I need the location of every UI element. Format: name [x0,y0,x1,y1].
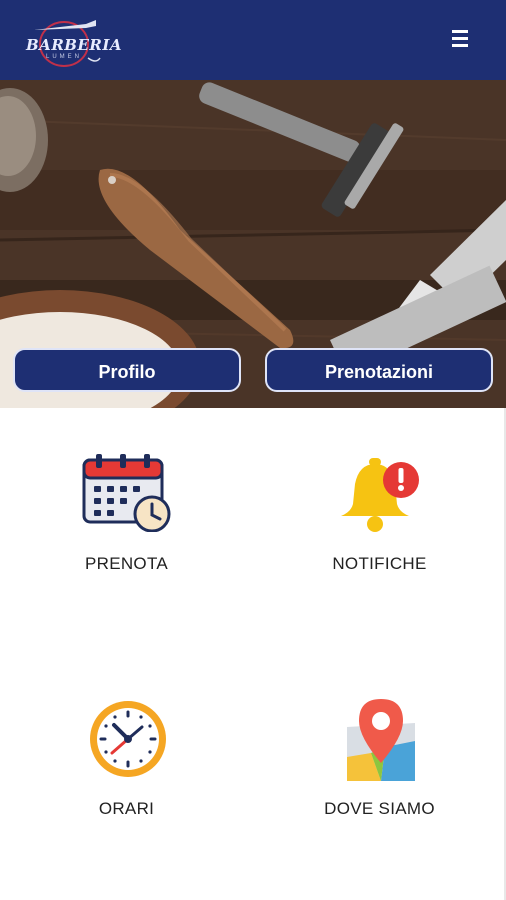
logo-subtitle: LUMEN [45,54,82,60]
hero-banner: Profilo Prenotazioni [0,80,506,408]
tile-label-orari: ORARI [98,799,155,818]
clock-icon [86,697,170,786]
tile-notifiche[interactable]: NOTIFICHE [253,408,506,653]
tile-orari[interactable]: ORARI [0,653,253,900]
tile-dove-siamo[interactable]: DOVE SIAMO [253,653,506,900]
bookings-button[interactable]: Prenotazioni [265,348,493,392]
app-header: BARBERIA LUMEN [0,0,506,80]
bell-alert-icon [339,458,423,539]
calendar-clock-icon [82,452,172,537]
logo-title: BARBERIA [26,36,123,54]
tile-label-dove-siamo: DOVE SIAMO [324,799,435,818]
map-pin-icon [341,697,421,788]
tile-label-prenota: PRENOTA [84,554,169,573]
barberia-logo[interactable]: BARBERIA LUMEN [26,14,123,70]
tile-label-notifiche: NOTIFICHE [332,554,427,573]
hamburger-menu-icon[interactable] [452,30,468,48]
profile-button[interactable]: Profilo [13,348,241,392]
tile-prenota[interactable]: PRENOTA [0,408,253,653]
